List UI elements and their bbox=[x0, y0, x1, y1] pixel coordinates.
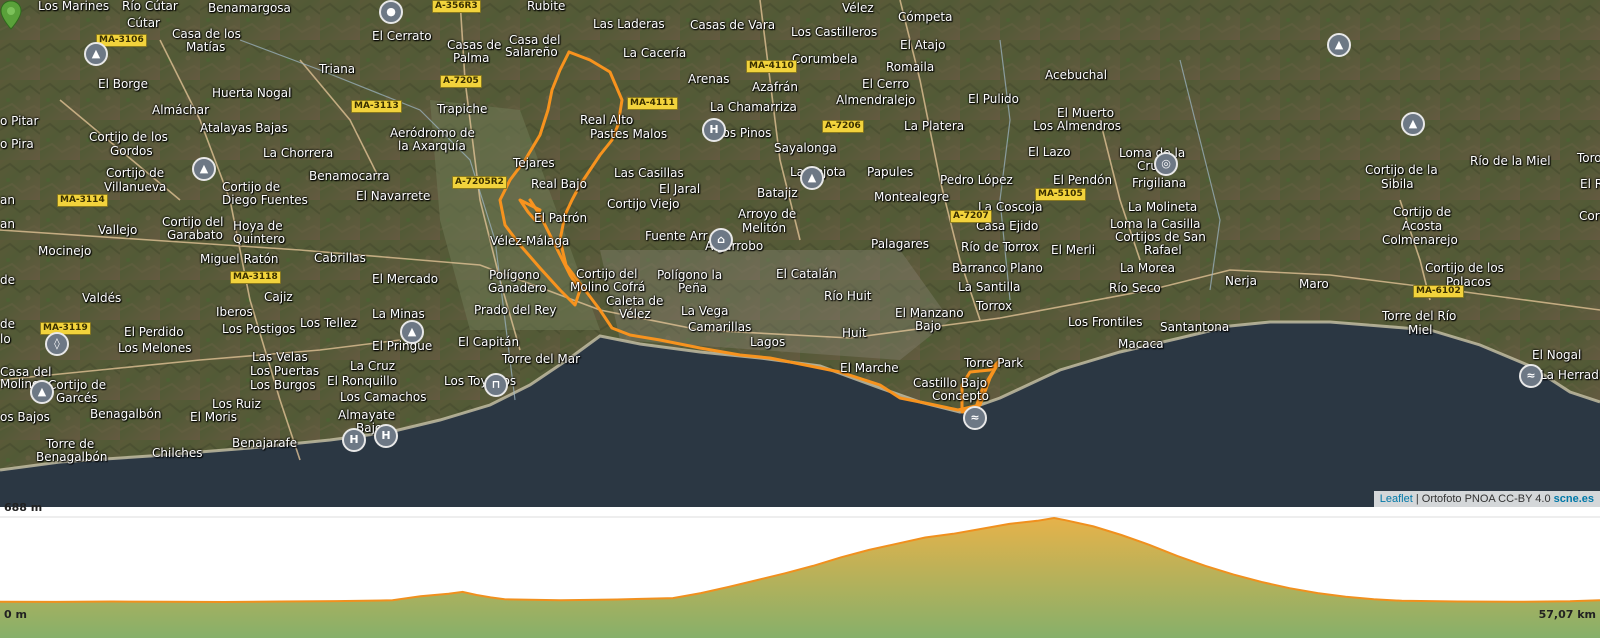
attribution-text: Ortofoto PNOA CC-BY 4.0 bbox=[1421, 493, 1554, 505]
map-canvas[interactable] bbox=[0, 0, 1600, 507]
road-badge: A-7206 bbox=[822, 120, 864, 133]
road-badge: MA-3114 bbox=[57, 194, 108, 207]
hotel-icon[interactable]: H bbox=[342, 428, 366, 452]
road-badge: A-7205R2 bbox=[452, 176, 507, 189]
distance-label: 57,07 km bbox=[1538, 608, 1596, 621]
location-marker-icon[interactable] bbox=[0, 0, 22, 30]
max-elevation-label: 688 m bbox=[4, 501, 43, 514]
road-badge: MA-3118 bbox=[230, 271, 281, 284]
hotel-icon[interactable]: H bbox=[702, 118, 726, 142]
road-badge: MA-6102 bbox=[1413, 285, 1464, 298]
mountain-icon[interactable]: ▲ bbox=[84, 42, 108, 66]
leaflet-link[interactable]: Leaflet bbox=[1380, 493, 1413, 505]
beach-icon[interactable]: ≈ bbox=[1519, 364, 1543, 388]
min-elevation-label: 0 m bbox=[4, 608, 27, 621]
mountain-icon[interactable]: ▲ bbox=[400, 320, 424, 344]
beach-icon[interactable]: ≈ bbox=[963, 406, 987, 430]
museum-icon[interactable]: ⊓ bbox=[484, 373, 508, 397]
road-badge: MA-5105 bbox=[1035, 188, 1086, 201]
road-badge: MA-4110 bbox=[746, 60, 797, 73]
attribution-brand[interactable]: scne.es bbox=[1554, 493, 1594, 505]
map-attribution: Leaflet | Ortofoto PNOA CC-BY 4.0 scne.e… bbox=[1373, 491, 1600, 507]
attribution-separator: | bbox=[1412, 493, 1422, 505]
elevation-area bbox=[0, 518, 1600, 638]
mountain-icon[interactable]: ▲ bbox=[30, 380, 54, 404]
elevation-profile[interactable]: 688 m 0 m 57,07 km bbox=[0, 501, 1600, 638]
road-badge: MA-4111 bbox=[627, 97, 678, 110]
building-icon[interactable]: ⌂ bbox=[709, 228, 733, 252]
road-badge: MA-3119 bbox=[40, 322, 91, 335]
pin-icon[interactable]: ● bbox=[379, 0, 403, 24]
road-badge: MA-3113 bbox=[351, 100, 402, 113]
hotel-icon[interactable]: H bbox=[374, 424, 398, 448]
road-badge: A-7205 bbox=[440, 75, 482, 88]
mountain-icon[interactable]: ▲ bbox=[800, 166, 824, 190]
road-sign-icon[interactable]: ◊ bbox=[45, 332, 69, 356]
elevation-chart[interactable] bbox=[0, 507, 1600, 638]
map-view[interactable]: Los Marines Río Cútar Benamargosa Rubite Vél… bbox=[0, 0, 1600, 507]
road-badge: A-7207 bbox=[950, 210, 992, 223]
binoculars-icon[interactable]: ◎ bbox=[1154, 152, 1178, 176]
mountain-icon[interactable]: ▲ bbox=[192, 157, 216, 181]
mountain-icon[interactable]: ▲ bbox=[1401, 112, 1425, 136]
road-badge: A-356R3 bbox=[432, 0, 481, 13]
mountain-icon[interactable]: ▲ bbox=[1327, 33, 1351, 57]
